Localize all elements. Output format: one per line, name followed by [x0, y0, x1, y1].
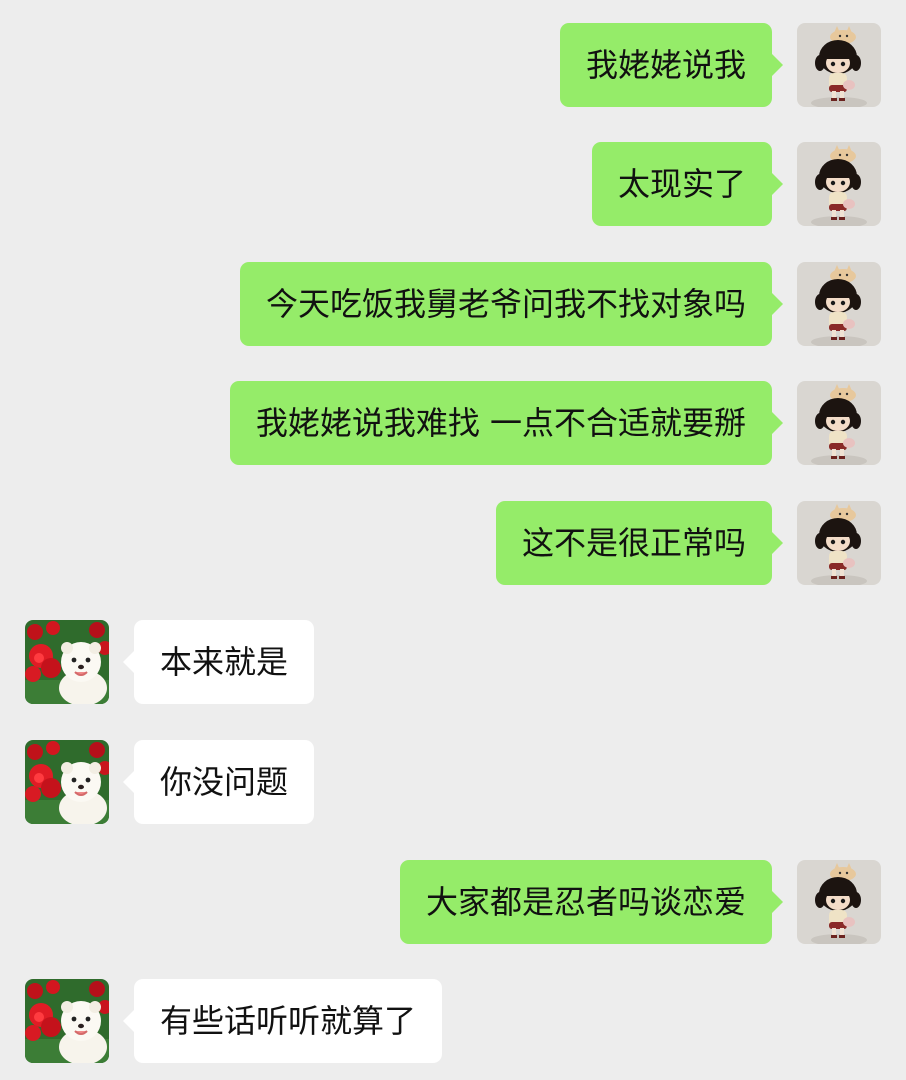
message-row-sent: 今天吃饭我舅老爷问我不找对象吗 [0, 262, 906, 346]
message-row-sent: 大家都是忍者吗谈恋爱 [0, 860, 906, 944]
bubble-tail [123, 1009, 135, 1033]
message-text: 今天吃饭我舅老爷问我不找对象吗 [265, 285, 746, 323]
message-bubble-received[interactable]: 你没问题 [123, 740, 315, 824]
message-bubble-sent[interactable]: 今天吃饭我舅老爷问我不找对象吗 [239, 262, 783, 346]
message-bubble-sent[interactable]: 太现实了 [591, 142, 783, 226]
doll-girl-avatar-image [797, 262, 881, 346]
contact-avatar[interactable] [25, 620, 109, 704]
message-text: 这不是很正常吗 [521, 524, 746, 562]
message-text: 你没问题 [160, 763, 289, 801]
bubble-tail [771, 890, 783, 914]
message-text: 我姥姥说我难找 一点不合适就要掰 [255, 404, 746, 442]
contact-avatar[interactable] [25, 740, 109, 824]
white-dog-avatar-image [25, 740, 109, 824]
bubble-tail [771, 531, 783, 555]
message-row-received: 你没问题 [0, 740, 906, 824]
chat-message-list[interactable]: 我姥姥说我 太现实了 今天吃饭我舅老爷问我不找对象吗 我姥姥说我难找 一点不合适… [0, 0, 906, 1080]
message-text: 本来就是 [160, 643, 289, 681]
doll-girl-avatar-image [797, 860, 881, 944]
self-avatar[interactable] [797, 501, 881, 585]
self-avatar[interactable] [797, 23, 881, 107]
message-bubble-sent[interactable]: 我姥姥说我难找 一点不合适就要掰 [229, 381, 783, 465]
self-avatar[interactable] [797, 262, 881, 346]
message-row-sent: 这不是很正常吗 [0, 501, 906, 585]
doll-girl-avatar-image [797, 23, 881, 107]
doll-girl-avatar-image [797, 142, 881, 226]
bubble-tail [123, 650, 135, 674]
message-row-received: 本来就是 [0, 620, 906, 704]
message-bubble-received[interactable]: 有些话听听就算了 [123, 979, 443, 1063]
message-bubble-received[interactable]: 本来就是 [123, 620, 315, 704]
doll-girl-avatar-image [797, 381, 881, 465]
message-bubble-sent[interactable]: 我姥姥说我 [559, 23, 783, 107]
message-text: 大家都是忍者吗谈恋爱 [425, 883, 746, 921]
white-dog-avatar-image [25, 620, 109, 704]
bubble-tail [771, 292, 783, 316]
message-text: 我姥姥说我 [585, 46, 746, 84]
message-row-sent: 我姥姥说我难找 一点不合适就要掰 [0, 381, 906, 465]
doll-girl-avatar-image [797, 501, 881, 585]
message-row-sent: 我姥姥说我 [0, 23, 906, 107]
white-dog-avatar-image [25, 979, 109, 1063]
message-text: 太现实了 [617, 165, 746, 203]
self-avatar[interactable] [797, 142, 881, 226]
bubble-tail [771, 411, 783, 435]
message-bubble-sent[interactable]: 这不是很正常吗 [495, 501, 783, 585]
bubble-tail [123, 770, 135, 794]
message-row-sent: 太现实了 [0, 142, 906, 226]
bubble-tail [771, 172, 783, 196]
self-avatar[interactable] [797, 381, 881, 465]
self-avatar[interactable] [797, 860, 881, 944]
bubble-tail [771, 53, 783, 77]
contact-avatar[interactable] [25, 979, 109, 1063]
message-bubble-sent[interactable]: 大家都是忍者吗谈恋爱 [399, 860, 783, 944]
message-text: 有些话听听就算了 [160, 1002, 417, 1040]
message-row-received: 有些话听听就算了 [0, 979, 906, 1063]
